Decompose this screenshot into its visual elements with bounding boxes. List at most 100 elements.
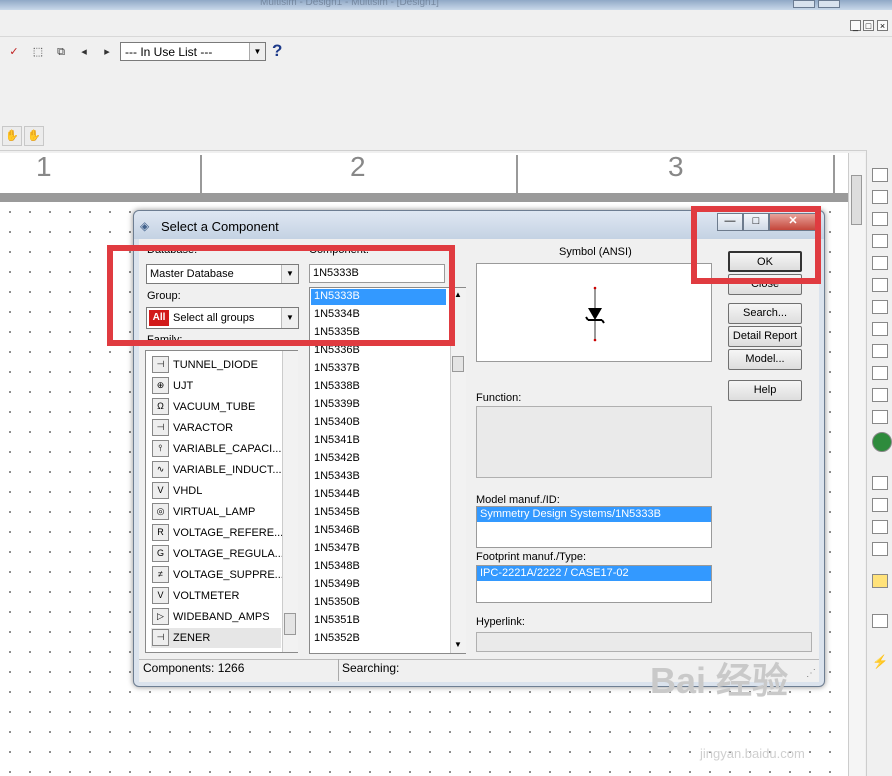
ruler-divider: [516, 155, 518, 193]
family-item-zener[interactable]: ⊣ ZENER: [151, 628, 281, 648]
scroll-up-icon[interactable]: ▲: [454, 290, 462, 299]
back-icon[interactable]: ◂: [76, 44, 92, 60]
mdi-restore-button[interactable]: □: [863, 20, 874, 31]
help-icon[interactable]: ?: [272, 41, 282, 61]
scroll-thumb[interactable]: [851, 175, 862, 225]
ruler-divider: [200, 155, 202, 193]
list-item[interactable]: 1N5350B: [314, 596, 360, 608]
model-button[interactable]: Model...: [728, 349, 802, 370]
family-item-tunnel-diode[interactable]: ⊣ TUNNEL_DIODE: [151, 355, 281, 375]
list-item[interactable]: 1N5344B: [314, 488, 360, 500]
family-label: UJT: [173, 380, 194, 392]
agilent-scope-icon[interactable]: [872, 520, 888, 534]
family-item-wideband-amps[interactable]: ▷ WIDEBAND_AMPS: [151, 607, 281, 627]
select-rect-icon[interactable]: ⬚: [30, 44, 46, 60]
forward-icon[interactable]: ▸: [99, 44, 115, 60]
green-badge-icon[interactable]: [872, 432, 892, 452]
detail-report-button[interactable]: Detail Report: [728, 326, 802, 347]
search-button[interactable]: Search...: [728, 303, 802, 324]
model-value[interactable]: Symmetry Design Systems/1N5333B: [477, 507, 711, 522]
labview-instrument-icon[interactable]: [872, 614, 888, 628]
function-generator-icon[interactable]: [872, 190, 888, 204]
voltmeter-icon: V: [152, 587, 169, 604]
function-field[interactable]: [476, 406, 712, 478]
family-item-variable-inductor[interactable]: ∿ VARIABLE_INDUCT...: [151, 460, 282, 480]
voltage-regulator-icon: G: [152, 545, 169, 562]
scroll-down-icon[interactable]: ▼: [454, 640, 462, 649]
list-item[interactable]: 1N5339B: [314, 398, 360, 410]
annotation-highlight: [107, 245, 455, 346]
scroll-thumb[interactable]: [284, 613, 296, 635]
app-title-bar: [0, 0, 892, 10]
list-item[interactable]: 1N5348B: [314, 560, 360, 572]
family-item-voltage-reference[interactable]: R VOLTAGE_REFERE...: [151, 523, 283, 543]
family-item-voltage-suppressor[interactable]: ≠ VOLTAGE_SUPPRE...: [151, 565, 284, 585]
family-item-voltage-regulator[interactable]: G VOLTAGE_REGULA...: [151, 544, 284, 564]
footprint-value[interactable]: IPC-2221A/2222 / CASE17-02: [477, 566, 711, 581]
hand-icon[interactable]: ✋: [2, 126, 22, 146]
logic-analyzer-icon[interactable]: [872, 344, 888, 358]
list-item[interactable]: 1N5342B: [314, 452, 360, 464]
four-channel-scope-icon[interactable]: [872, 256, 888, 270]
measurement-probe-icon[interactable]: [872, 574, 888, 588]
current-probe-icon[interactable]: ⚡: [872, 654, 888, 669]
scroll-thumb[interactable]: [452, 356, 464, 372]
list-item[interactable]: 1N5337B: [314, 362, 360, 374]
list-item[interactable]: 1N5351B: [314, 614, 360, 626]
ruler-number: 3: [668, 151, 684, 182]
chevron-down-icon: ▼: [249, 43, 265, 60]
ruler-number: 1: [36, 151, 52, 182]
list-item[interactable]: 1N5341B: [314, 434, 360, 446]
bode-plotter-icon[interactable]: [872, 278, 888, 292]
family-item-vhdl[interactable]: V VHDL: [151, 481, 281, 501]
components-count: Components: 1266: [143, 661, 245, 675]
list-item[interactable]: 1N5347B: [314, 542, 360, 554]
family-scrollbar[interactable]: [282, 351, 298, 652]
help-button[interactable]: Help: [728, 380, 802, 401]
in-use-list-value: --- In Use List ---: [125, 45, 213, 59]
varactor-icon: ⊣: [152, 419, 169, 436]
family-item-virtual-lamp[interactable]: ◎ VIRTUAL_LAMP: [151, 502, 281, 522]
check-icon[interactable]: ✓: [6, 44, 22, 60]
app-maximize-button[interactable]: [818, 0, 840, 8]
multimeter-icon[interactable]: [872, 168, 888, 182]
family-item-ujt[interactable]: ⊕ UJT: [151, 376, 281, 396]
agilent-generator-icon[interactable]: [872, 476, 888, 490]
instruments-toolbar: ⚡: [866, 150, 892, 776]
mdi-minimize-button[interactable]: _: [850, 20, 861, 31]
list-item[interactable]: 1N5345B: [314, 506, 360, 518]
zener-icon: ⊣: [152, 629, 169, 646]
function-label: Function:: [476, 392, 522, 404]
family-item-voltmeter[interactable]: V VOLTMETER: [151, 586, 281, 606]
distortion-analyzer-icon[interactable]: [872, 410, 888, 424]
iv-analyzer-icon[interactable]: [872, 388, 888, 402]
family-label: VOLTAGE_REGULA...: [173, 548, 284, 560]
logic-converter-icon[interactable]: [872, 366, 888, 380]
oscilloscope-icon[interactable]: [872, 234, 888, 248]
list-item[interactable]: 1N5349B: [314, 578, 360, 590]
resize-grip-icon[interactable]: ⋰: [806, 668, 816, 679]
family-item-varactor[interactable]: ⊣ VARACTOR: [151, 418, 281, 438]
family-list[interactable]: ⊣ TUNNEL_DIODE ⊕ UJT Ω VACUUM_TUBE ⊣ VARACTO…: [145, 350, 298, 653]
list-item[interactable]: 1N5346B: [314, 524, 360, 536]
list-item[interactable]: 1N5338B: [314, 380, 360, 392]
word-generator-icon[interactable]: [872, 322, 888, 336]
app-minimize-button[interactable]: [793, 0, 815, 8]
list-item[interactable]: 1N5343B: [314, 470, 360, 482]
frequency-counter-icon[interactable]: [872, 300, 888, 314]
family-item-variable-capacitor[interactable]: ⫯ VARIABLE_CAPACI...: [151, 439, 281, 459]
list-item[interactable]: 1N5352B: [314, 632, 360, 644]
mdi-close-button[interactable]: ×: [877, 20, 888, 31]
wattmeter-icon[interactable]: [872, 212, 888, 226]
family-item-vacuum-tube[interactable]: Ω VACUUM_TUBE: [151, 397, 281, 417]
list-item[interactable]: 1N5340B: [314, 416, 360, 428]
canvas-vertical-scrollbar[interactable]: [848, 153, 865, 776]
hand-lock-icon[interactable]: ✋: [24, 126, 44, 146]
menu-bar: [0, 10, 892, 37]
tektronix-scope-icon[interactable]: [872, 542, 888, 556]
agilent-multimeter-icon[interactable]: [872, 498, 888, 512]
copy-icon[interactable]: ⧉: [53, 44, 69, 60]
vacuum-tube-icon: Ω: [152, 398, 169, 415]
in-use-list-select[interactable]: --- In Use List --- ▼: [120, 42, 266, 61]
hyperlink-field[interactable]: [476, 632, 812, 652]
